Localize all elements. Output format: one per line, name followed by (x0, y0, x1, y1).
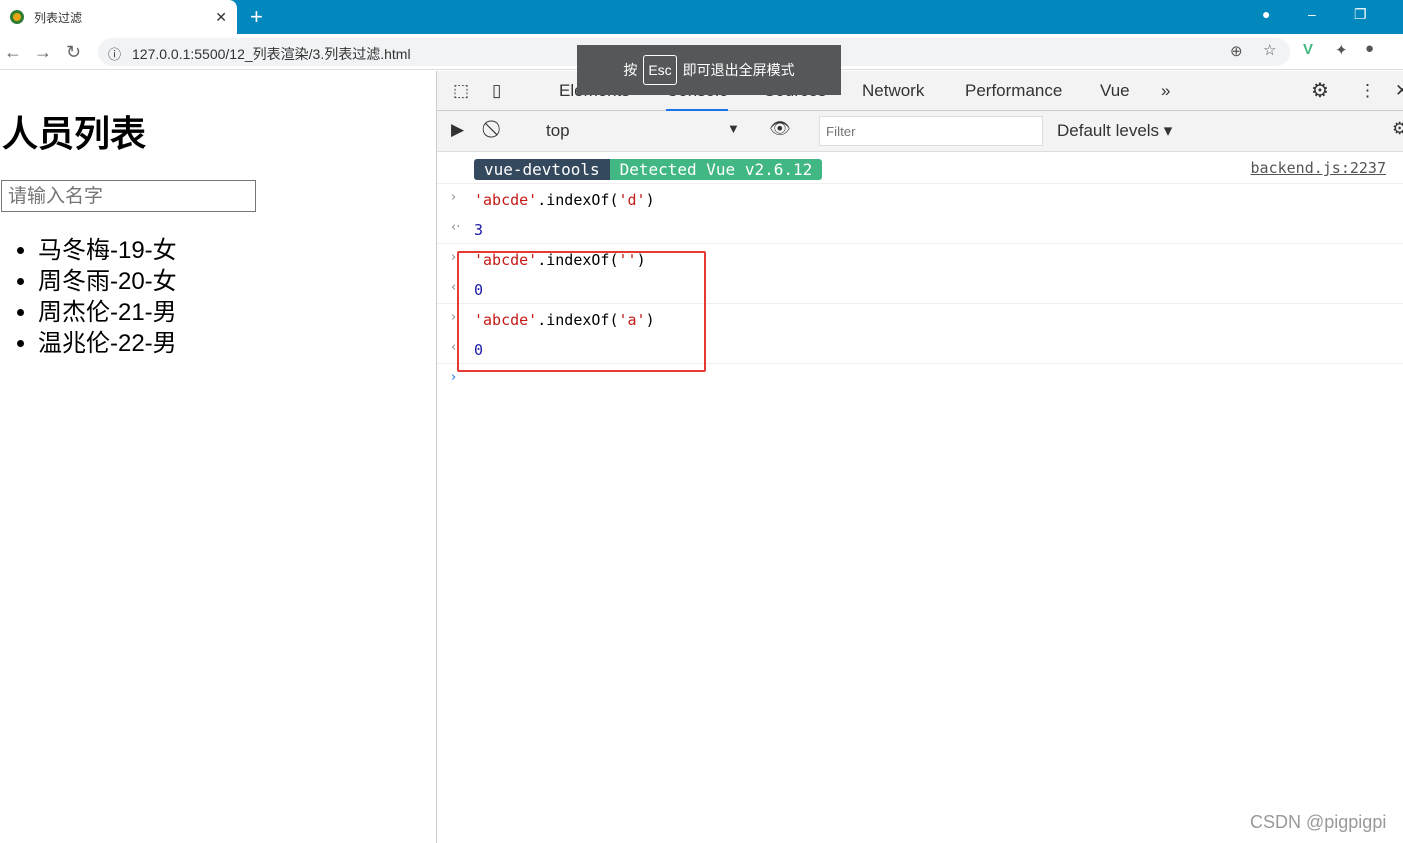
prompt-chevron-icon: › (451, 370, 457, 385)
result-arrow-icon: ‹· (451, 219, 461, 235)
bookmark-star-icon[interactable]: ☆ (1263, 41, 1276, 59)
page-content: 人员列表 马冬梅-19-女 周冬雨-20-女 周杰伦-21-男 温兆伦-22-男 (0, 71, 436, 843)
list-item: 马冬梅-19-女 (38, 235, 177, 266)
profile-avatar-icon[interactable]: ● (1365, 40, 1374, 57)
code: 'abcde' (474, 191, 538, 209)
highlight-box (457, 251, 706, 372)
esc-key: Esc (643, 55, 677, 85)
watermark: CSDN @pigpigpi (1250, 812, 1387, 832)
list-item: 温兆伦-22-男 (38, 328, 177, 359)
badge-right: Detected Vue v2.6.12 (609, 159, 823, 180)
input-chevron-icon: › (451, 250, 457, 265)
sidebar-toggle-icon[interactable]: ▶ (451, 120, 464, 140)
info-icon: ⓘ (108, 47, 122, 62)
tab-performance[interactable]: Performance (965, 81, 1062, 101)
levels-dropdown[interactable]: Default levels ▾ (1057, 121, 1172, 141)
title-bar: 列表过滤 ✕ + ● – ❐ (0, 0, 1403, 34)
devtools-panel: ⬚ ▯ Elements Console Sources Network Per… (436, 71, 1403, 843)
tab-network[interactable]: Network (862, 81, 924, 101)
filter-input[interactable] (819, 116, 1043, 146)
code: .indexOf( (537, 191, 619, 209)
inspect-icon[interactable]: ⬚ (453, 81, 469, 101)
fullscreen-toast: 按 Esc 即可退出全屏模式 (577, 45, 841, 95)
name-search-input[interactable] (1, 180, 256, 212)
code: ) (645, 191, 655, 209)
reload-icon[interactable]: ↻ (66, 42, 81, 63)
url-text: 127.0.0.1:5500/12_列表渲染/3.列表过滤.html (132, 46, 411, 62)
settings-gear-icon[interactable]: ⚙ (1311, 78, 1329, 103)
console-toolbar: ▶ ⃠ top ▼ 👁 Default levels ▾ ⚙ (437, 111, 1403, 152)
favicon-icon (10, 10, 24, 24)
profile-menu-icon[interactable]: ● (1262, 6, 1270, 22)
more-tabs-icon[interactable]: » (1161, 81, 1170, 101)
person-list: 马冬梅-19-女 周冬雨-20-女 周杰伦-21-男 温兆伦-22-男 (38, 235, 177, 359)
restore-button[interactable]: ❐ (1354, 6, 1367, 23)
chevron-down-icon[interactable]: ▼ (727, 121, 740, 136)
close-tab-icon[interactable]: ✕ (215, 9, 227, 26)
browser-tab[interactable]: 列表过滤 ✕ (0, 0, 237, 34)
toast-text: 即可退出全屏模式 (682, 62, 795, 78)
list-item: 周冬雨-20-女 (38, 266, 177, 297)
forward-icon[interactable]: → (34, 42, 52, 63)
console-entry: › 'abcde'.indexOf('d') ‹· 3 (437, 184, 1403, 244)
list-item: 周杰伦-21-男 (38, 297, 177, 328)
input-chevron-icon: › (451, 190, 457, 205)
badge-left: vue-devtools (474, 159, 610, 180)
more-options-icon[interactable]: ⋮ (1359, 81, 1376, 101)
close-devtools-icon[interactable]: ✕ (1395, 81, 1403, 101)
result: 3 (474, 220, 484, 239)
vue-devtools-message: vue-devtools Detected Vue v2.6.12 backend… (437, 152, 1403, 184)
vue-extension-icon[interactable]: V (1303, 41, 1313, 58)
extensions-icon[interactable]: ✦ (1335, 41, 1348, 59)
eye-icon[interactable]: 👁 (769, 119, 791, 139)
console-settings-icon[interactable]: ⚙ (1392, 119, 1403, 139)
toast-text: 按 (623, 62, 638, 78)
device-toggle-icon[interactable]: ▯ (492, 81, 501, 101)
zoom-icon[interactable]: ⊕ (1230, 42, 1243, 60)
code: 'd' (618, 191, 646, 209)
new-tab-button[interactable]: + (250, 4, 263, 30)
tab-vue[interactable]: Vue (1100, 81, 1130, 101)
input-chevron-icon: › (451, 310, 457, 325)
levels-label: Default levels (1057, 121, 1160, 140)
source-link[interactable]: backend.js:2237 (1251, 159, 1386, 177)
back-icon[interactable]: ← (4, 42, 22, 63)
page-title: 人员列表 (2, 113, 147, 154)
context-select[interactable]: top (546, 121, 570, 141)
minimize-button[interactable]: – (1308, 6, 1316, 22)
tab-title: 列表过滤 (34, 10, 83, 25)
